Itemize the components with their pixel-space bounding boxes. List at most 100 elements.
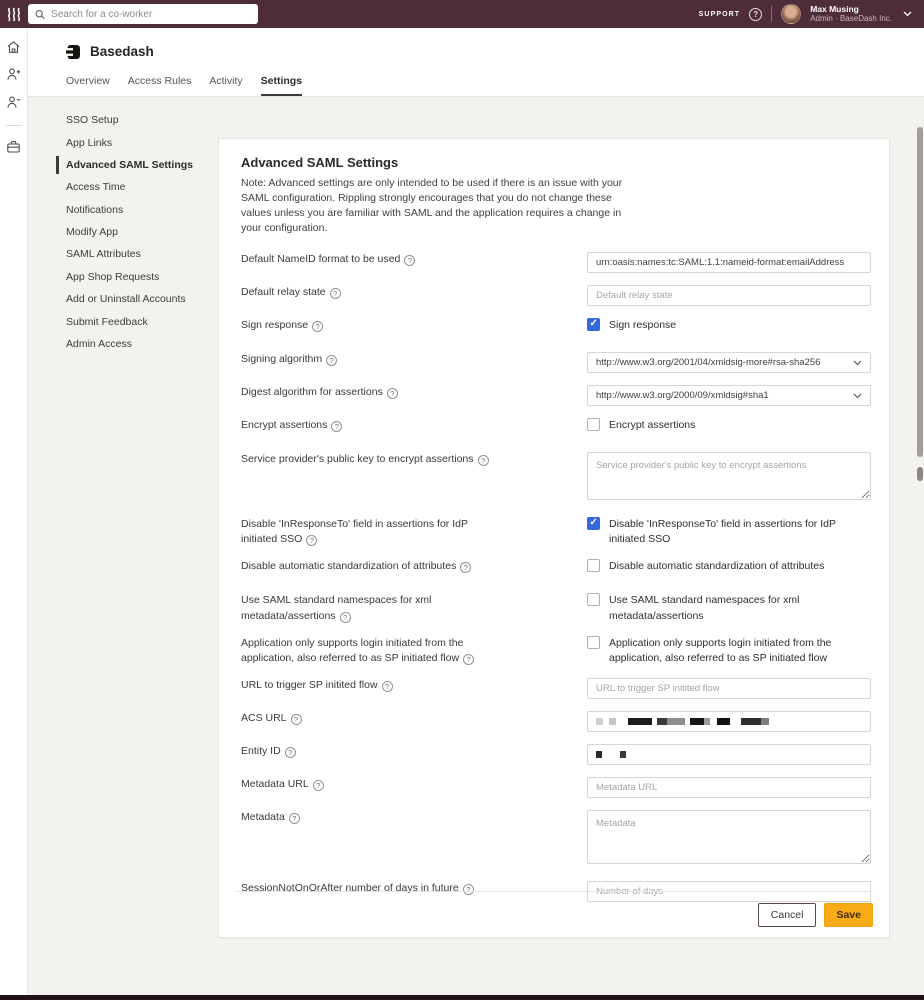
basedash-logo-icon bbox=[66, 45, 80, 59]
info-icon[interactable] bbox=[326, 355, 337, 366]
entity-id-input[interactable] bbox=[587, 744, 871, 765]
sign-response-checkbox[interactable] bbox=[587, 318, 600, 331]
chevron-down-icon[interactable] bbox=[903, 11, 912, 17]
metadata-url-input[interactable] bbox=[587, 777, 871, 798]
cancel-button[interactable]: Cancel bbox=[758, 903, 817, 927]
field-label: Digest algorithm for assertions bbox=[241, 386, 383, 398]
encrypt-assertions-checkbox[interactable] bbox=[587, 418, 600, 431]
info-icon[interactable] bbox=[404, 255, 415, 266]
field-row-disable-standardization: Disable automatic standardization of att… bbox=[241, 559, 871, 581]
digest-algorithm-select[interactable]: http://www.w3.org/2000/09/xmldsig#sha1 bbox=[587, 385, 871, 406]
acs-url-input[interactable] bbox=[587, 711, 871, 732]
sidebar-item-admin-access[interactable]: Admin Access bbox=[56, 333, 221, 355]
field-row-sp-initiated-only: Application only supports login initiate… bbox=[241, 636, 871, 666]
tab-activity[interactable]: Activity bbox=[209, 75, 242, 96]
field-row-sp-flow-url: URL to trigger SP initited flow bbox=[241, 678, 871, 699]
briefcase-icon[interactable] bbox=[6, 140, 21, 154]
scrollbar-thumb-secondary[interactable] bbox=[917, 467, 923, 481]
info-icon[interactable] bbox=[312, 321, 323, 332]
info-icon[interactable] bbox=[289, 813, 300, 824]
sidebar-item-app-links[interactable]: App Links bbox=[56, 131, 221, 153]
field-label: Encrypt assertions bbox=[241, 419, 327, 431]
sidebar-item-notifications[interactable]: Notifications bbox=[56, 199, 221, 221]
info-icon[interactable] bbox=[460, 562, 471, 573]
field-label: Signing algorithm bbox=[241, 353, 322, 365]
save-button[interactable]: Save bbox=[824, 903, 873, 927]
disable-inresponseto-checkbox[interactable] bbox=[587, 517, 600, 530]
field-label: Disable 'InResponseTo' field in assertio… bbox=[241, 518, 468, 545]
sp-public-key-textarea[interactable] bbox=[587, 452, 871, 500]
tab-overview[interactable]: Overview bbox=[66, 75, 110, 96]
field-label: Service provider's public key to encrypt… bbox=[241, 453, 474, 465]
app-header: Basedash Overview Access Rules Activity Set… bbox=[28, 28, 924, 97]
user-name: Max Musing bbox=[810, 4, 892, 15]
signing-algorithm-select[interactable]: http://www.w3.org/2001/04/xmldsig-more#r… bbox=[587, 352, 871, 373]
add-user-icon[interactable] bbox=[6, 67, 21, 82]
info-icon[interactable] bbox=[313, 780, 324, 791]
field-label: Metadata bbox=[241, 811, 285, 823]
field-label: URL to trigger SP initited flow bbox=[241, 679, 378, 691]
user-role: Admin · BaseDash Inc. bbox=[810, 14, 892, 24]
info-icon[interactable] bbox=[387, 388, 398, 399]
checkbox-label: Disable 'InResponseTo' field in assertio… bbox=[609, 517, 867, 547]
sp-initiated-only-checkbox[interactable] bbox=[587, 636, 600, 649]
default-relay-state-input[interactable] bbox=[587, 285, 871, 306]
divider bbox=[771, 6, 772, 22]
field-label: Use SAML standard namespaces for xml met… bbox=[241, 594, 431, 621]
info-icon[interactable] bbox=[340, 612, 351, 623]
field-label: Entity ID bbox=[241, 745, 281, 757]
saml-namespaces-checkbox[interactable] bbox=[587, 593, 600, 606]
info-icon[interactable] bbox=[478, 455, 489, 466]
sidebar-item-app-shop-requests[interactable]: App Shop Requests bbox=[56, 266, 221, 288]
sidebar-item-sso-setup[interactable]: SSO Setup bbox=[56, 109, 221, 131]
sidebar-item-access-time[interactable]: Access Time bbox=[56, 176, 221, 198]
checkbox-label: Use SAML standard namespaces for xml met… bbox=[609, 593, 867, 623]
card-title: Advanced SAML Settings bbox=[241, 155, 871, 170]
checkbox-label: Application only supports login initiate… bbox=[609, 636, 867, 666]
info-icon[interactable] bbox=[330, 288, 341, 299]
card-footer: Cancel Save bbox=[235, 891, 873, 937]
advanced-saml-settings-card: Advanced SAML Settings Note: Advanced se… bbox=[218, 138, 890, 938]
sidebar-item-advanced-saml-settings[interactable]: Advanced SAML Settings bbox=[56, 154, 221, 176]
tab-access-rules[interactable]: Access Rules bbox=[128, 75, 192, 96]
field-label: Default NameID format to be used bbox=[241, 253, 400, 265]
sp-flow-url-input[interactable] bbox=[587, 678, 871, 699]
field-label: Disable automatic standardization of att… bbox=[241, 560, 456, 572]
sidebar-item-add-or-uninstall-accounts[interactable]: Add or Uninstall Accounts bbox=[56, 288, 221, 310]
scrollbar-thumb[interactable] bbox=[917, 127, 923, 457]
tab-settings[interactable]: Settings bbox=[261, 75, 302, 96]
remove-user-icon[interactable] bbox=[6, 95, 21, 110]
field-row-sign-response: Sign response Sign response bbox=[241, 318, 871, 340]
info-icon[interactable] bbox=[463, 654, 474, 665]
field-row-signing-algorithm: Signing algorithm http://www.w3.org/2001… bbox=[241, 352, 871, 373]
disable-standardization-checkbox[interactable] bbox=[587, 559, 600, 572]
info-icon[interactable] bbox=[285, 747, 296, 758]
info-icon[interactable] bbox=[382, 681, 393, 692]
checkbox-label: Encrypt assertions bbox=[609, 418, 695, 433]
user-avatar[interactable] bbox=[781, 4, 801, 24]
sidebar-item-submit-feedback[interactable]: Submit Feedback bbox=[56, 310, 221, 332]
field-row-digest-algorithm: Digest algorithm for assertions http://w… bbox=[241, 385, 871, 406]
default-nameid-format-input[interactable] bbox=[587, 252, 871, 273]
field-row-metadata: Metadata bbox=[241, 810, 871, 869]
metadata-textarea[interactable] bbox=[587, 810, 871, 864]
help-icon[interactable]: ? bbox=[749, 8, 762, 21]
info-icon[interactable] bbox=[331, 421, 342, 432]
page-title: Basedash bbox=[90, 44, 154, 59]
field-row-disable-inresponseto: Disable 'InResponseTo' field in assertio… bbox=[241, 517, 871, 547]
sidebar-item-saml-attributes[interactable]: SAML Attributes bbox=[56, 243, 221, 265]
bottom-strip bbox=[0, 995, 924, 1000]
sidebar-item-modify-app[interactable]: Modify App bbox=[56, 221, 221, 243]
field-row-metadata-url: Metadata URL bbox=[241, 777, 871, 798]
support-link[interactable]: SUPPORT bbox=[699, 11, 741, 18]
settings-nav: SSO SetupApp LinksAdvanced SAML Settings… bbox=[56, 109, 221, 355]
info-icon[interactable] bbox=[291, 714, 302, 725]
divider bbox=[6, 125, 22, 126]
coworker-search[interactable] bbox=[28, 4, 258, 24]
search-input[interactable] bbox=[51, 9, 251, 20]
rippling-logo-icon[interactable] bbox=[0, 7, 28, 22]
home-icon[interactable] bbox=[6, 40, 21, 54]
info-icon[interactable] bbox=[306, 535, 317, 546]
checkbox-label: Disable automatic standardization of att… bbox=[609, 559, 824, 574]
user-info[interactable]: Max Musing Admin · BaseDash Inc. bbox=[810, 4, 892, 25]
